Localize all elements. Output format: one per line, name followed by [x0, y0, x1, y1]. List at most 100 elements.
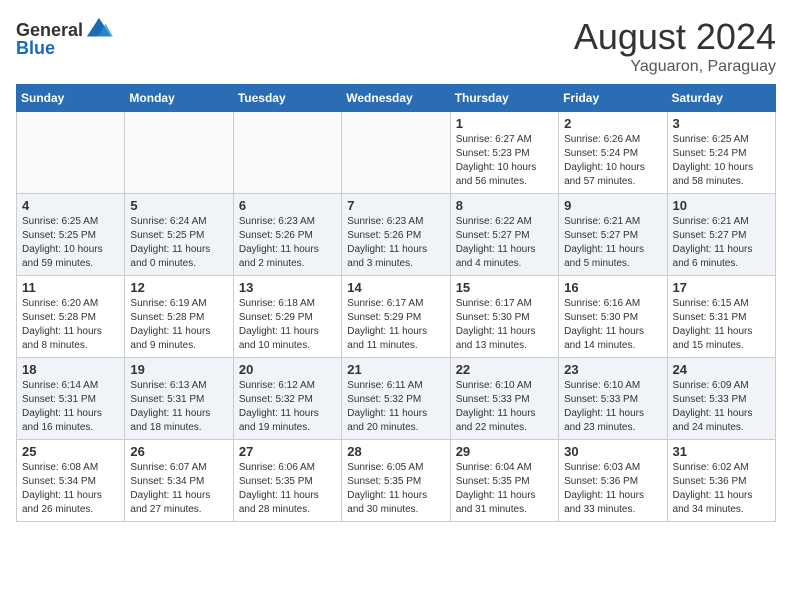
day-number: 13 — [239, 280, 336, 295]
empty-cell — [342, 112, 450, 194]
day-cell-4: 4Sunrise: 6:25 AM Sunset: 5:25 PM Daylig… — [17, 194, 125, 276]
day-info: Sunrise: 6:19 AM Sunset: 5:28 PM Dayligh… — [130, 297, 227, 353]
day-cell-11: 11 Sunrise: 6:20 AM Sunset: 5:28 PM Dayli… — [17, 276, 125, 358]
day-number: 18 — [22, 362, 119, 377]
day-info: Sunrise: 6:04 AM Sunset: 5:35 PM Dayligh… — [456, 461, 553, 517]
day-number: 12 — [130, 280, 227, 295]
day-cell-6: 6 Sunrise: 6:23 AM Sunset: 5:26 PM Daylig… — [233, 194, 341, 276]
day-cell-22: 22Sunrise: 6:10 AM Sunset: 5:33 PM Dayli… — [450, 358, 558, 440]
day-cell-10: 10Sunrise: 6:21 AM Sunset: 5:27 PM Dayli… — [667, 194, 775, 276]
empty-cell — [125, 112, 233, 194]
day-info: Sunrise: 6:17 AM Sunset: 5:30 PM Dayligh… — [456, 297, 553, 353]
weekday-header-wednesday: Wednesday — [342, 85, 450, 112]
empty-cell — [17, 112, 125, 194]
day-info: Sunrise: 6:06 AM Sunset: 5:35 PM Dayligh… — [239, 461, 336, 517]
day-number: 8 — [456, 198, 553, 213]
day-number: 29 — [456, 444, 553, 459]
logo-icon — [85, 16, 113, 44]
day-cell-7: 7 Sunrise: 6:23 AM Sunset: 5:26 PM Daylig… — [342, 194, 450, 276]
weekday-header-sunday: Sunday — [17, 85, 125, 112]
day-number: 7 — [347, 198, 444, 213]
day-cell-8: 8 Sunrise: 6:22 AM Sunset: 5:27 PM Daylig… — [450, 194, 558, 276]
weekday-header-saturday: Saturday — [667, 85, 775, 112]
day-number: 27 — [239, 444, 336, 459]
day-info: Sunrise: 6:23 AM Sunset: 5:26 PM Dayligh… — [239, 215, 336, 271]
day-number: 30 — [564, 444, 661, 459]
day-info: Sunrise: 6:10 AM Sunset: 5:33 PM Dayligh… — [564, 379, 661, 435]
day-info: Sunrise: 6:14 AM Sunset: 5:31 PM Dayligh… — [22, 379, 119, 435]
day-info: Sunrise: 6:12 AM Sunset: 5:32 PM Dayligh… — [239, 379, 336, 435]
day-info: Sunrise: 6:13 AM Sunset: 5:31 PM Dayligh… — [130, 379, 227, 435]
day-cell-9: 9 Sunrise: 6:21 AM Sunset: 5:27 PM Daylig… — [559, 194, 667, 276]
empty-cell — [233, 112, 341, 194]
day-info: Sunrise: 6:26 AM Sunset: 5:24 PM Dayligh… — [564, 133, 661, 189]
day-info: Sunrise: 6:25 AM Sunset: 5:24 PM Dayligh… — [673, 133, 770, 189]
day-info: Sunrise: 6:16 AM Sunset: 5:30 PM Dayligh… — [564, 297, 661, 353]
day-info: Sunrise: 6:17 AM Sunset: 5:29 PM Dayligh… — [347, 297, 444, 353]
day-number: 24 — [673, 362, 770, 377]
day-cell-13: 13 Sunrise: 6:18 AM Sunset: 5:29 PM Dayli… — [233, 276, 341, 358]
day-cell-24: 24Sunrise: 6:09 AM Sunset: 5:33 PM Dayli… — [667, 358, 775, 440]
day-cell-25: 25 Sunrise: 6:08 AM Sunset: 5:34 PM Dayli… — [17, 440, 125, 522]
logo: General Blue — [16, 16, 113, 59]
day-info: Sunrise: 6:03 AM Sunset: 5:36 PM Dayligh… — [564, 461, 661, 517]
week-row-4: 18 Sunrise: 6:14 AM Sunset: 5:31 PM Dayli… — [17, 358, 776, 440]
day-number: 28 — [347, 444, 444, 459]
day-info: Sunrise: 6:21 AM Sunset: 5:27 PM Dayligh… — [564, 215, 661, 271]
location: Yaguaron, Paraguay — [574, 58, 776, 76]
day-number: 3 — [673, 116, 770, 131]
day-cell-3: 3 Sunrise: 6:25 AM Sunset: 5:24 PM Daylig… — [667, 112, 775, 194]
day-cell-30: 30 Sunrise: 6:03 AM Sunset: 5:36 PM Dayli… — [559, 440, 667, 522]
day-number: 1 — [456, 116, 553, 131]
day-info: Sunrise: 6:05 AM Sunset: 5:35 PM Dayligh… — [347, 461, 444, 517]
day-cell-20: 20Sunrise: 6:12 AM Sunset: 5:32 PM Dayli… — [233, 358, 341, 440]
weekday-header-monday: Monday — [125, 85, 233, 112]
day-cell-14: 14 Sunrise: 6:17 AM Sunset: 5:29 PM Dayli… — [342, 276, 450, 358]
day-number: 10 — [673, 198, 770, 213]
day-number: 19 — [130, 362, 227, 377]
day-info: Sunrise: 6:08 AM Sunset: 5:34 PM Dayligh… — [22, 461, 119, 517]
day-number: 6 — [239, 198, 336, 213]
day-cell-1: 1 Sunrise: 6:27 AM Sunset: 5:23 PM Daylig… — [450, 112, 558, 194]
day-number: 11 — [22, 280, 119, 295]
week-row-2: 4Sunrise: 6:25 AM Sunset: 5:25 PM Daylig… — [17, 194, 776, 276]
day-number: 16 — [564, 280, 661, 295]
day-cell-28: 28 Sunrise: 6:05 AM Sunset: 5:35 PM Dayli… — [342, 440, 450, 522]
weekday-header-row: SundayMondayTuesdayWednesdayThursdayFrid… — [17, 85, 776, 112]
day-number: 14 — [347, 280, 444, 295]
day-number: 22 — [456, 362, 553, 377]
day-cell-12: 12 Sunrise: 6:19 AM Sunset: 5:28 PM Dayli… — [125, 276, 233, 358]
day-number: 5 — [130, 198, 227, 213]
day-cell-23: 23 Sunrise: 6:10 AM Sunset: 5:33 PM Dayli… — [559, 358, 667, 440]
day-info: Sunrise: 6:02 AM Sunset: 5:36 PM Dayligh… — [673, 461, 770, 517]
day-info: Sunrise: 6:25 AM Sunset: 5:25 PM Dayligh… — [22, 215, 119, 271]
day-cell-15: 15 Sunrise: 6:17 AM Sunset: 5:30 PM Dayli… — [450, 276, 558, 358]
day-cell-31: 31 Sunrise: 6:02 AM Sunset: 5:36 PM Dayli… — [667, 440, 775, 522]
day-info: Sunrise: 6:27 AM Sunset: 5:23 PM Dayligh… — [456, 133, 553, 189]
day-cell-21: 21 Sunrise: 6:11 AM Sunset: 5:32 PM Dayli… — [342, 358, 450, 440]
weekday-header-thursday: Thursday — [450, 85, 558, 112]
week-row-5: 25 Sunrise: 6:08 AM Sunset: 5:34 PM Dayli… — [17, 440, 776, 522]
day-number: 21 — [347, 362, 444, 377]
day-number: 23 — [564, 362, 661, 377]
day-number: 31 — [673, 444, 770, 459]
day-number: 17 — [673, 280, 770, 295]
page-header: General Blue August 2024 Yaguaron, Parag… — [16, 16, 776, 76]
day-cell-2: 2 Sunrise: 6:26 AM Sunset: 5:24 PM Daylig… — [559, 112, 667, 194]
day-cell-17: 17 Sunrise: 6:15 AM Sunset: 5:31 PM Dayli… — [667, 276, 775, 358]
logo-blue-text: Blue — [16, 38, 55, 59]
day-info: Sunrise: 6:18 AM Sunset: 5:29 PM Dayligh… — [239, 297, 336, 353]
day-info: Sunrise: 6:15 AM Sunset: 5:31 PM Dayligh… — [673, 297, 770, 353]
day-cell-29: 29 Sunrise: 6:04 AM Sunset: 5:35 PM Dayli… — [450, 440, 558, 522]
day-number: 25 — [22, 444, 119, 459]
day-info: Sunrise: 6:11 AM Sunset: 5:32 PM Dayligh… — [347, 379, 444, 435]
day-number: 2 — [564, 116, 661, 131]
day-info: Sunrise: 6:23 AM Sunset: 5:26 PM Dayligh… — [347, 215, 444, 271]
title-block: August 2024 Yaguaron, Paraguay — [574, 16, 776, 76]
day-number: 15 — [456, 280, 553, 295]
day-info: Sunrise: 6:22 AM Sunset: 5:27 PM Dayligh… — [456, 215, 553, 271]
day-info: Sunrise: 6:20 AM Sunset: 5:28 PM Dayligh… — [22, 297, 119, 353]
day-cell-16: 16 Sunrise: 6:16 AM Sunset: 5:30 PM Dayli… — [559, 276, 667, 358]
day-number: 9 — [564, 198, 661, 213]
month-year: August 2024 — [574, 16, 776, 58]
